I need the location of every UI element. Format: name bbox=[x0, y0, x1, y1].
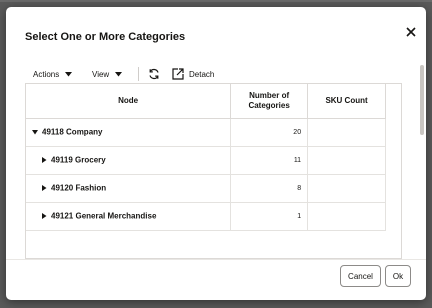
table-row[interactable]: 49119 Grocery 11 bbox=[26, 146, 386, 175]
node-label: 49120 Fashion bbox=[51, 183, 107, 193]
table-header-row: Node Number of Categories SKU Count bbox=[26, 84, 386, 119]
chevron-down-icon bbox=[65, 71, 73, 77]
sku-count-cell bbox=[307, 202, 386, 231]
select-categories-dialog: Select One or More Categories Actions Vi… bbox=[6, 7, 426, 300]
node-cell: 49119 Grocery bbox=[26, 146, 232, 175]
number-of-categories-cell: 20 bbox=[230, 118, 309, 147]
detach-button[interactable]: Detach bbox=[172, 63, 214, 85]
caret-right-icon[interactable] bbox=[42, 156, 47, 165]
actions-menu-button[interactable]: Actions bbox=[33, 63, 73, 85]
categories-tree-table: Node Number of Categories SKU Count 4911… bbox=[25, 83, 402, 259]
node-label: 49119 Grocery bbox=[51, 155, 106, 165]
chevron-down-icon bbox=[115, 71, 123, 77]
node-label: 49118 Company bbox=[42, 127, 103, 137]
column-header-node[interactable]: Node bbox=[26, 84, 232, 119]
backdrop bbox=[0, 0, 432, 2]
ok-button[interactable]: Ok bbox=[385, 265, 411, 287]
caret-down-icon[interactable] bbox=[32, 128, 38, 137]
number-of-categories-cell: 11 bbox=[230, 146, 309, 175]
caret-right-icon[interactable] bbox=[42, 212, 47, 221]
scrollbar-thumb[interactable] bbox=[420, 65, 424, 135]
sku-count-cell bbox=[307, 118, 386, 147]
close-icon[interactable] bbox=[402, 23, 420, 41]
caret-right-icon[interactable] bbox=[42, 184, 47, 193]
node-label: 49121 General Merchandise bbox=[51, 211, 157, 221]
detach-icon bbox=[172, 68, 184, 80]
node-cell: 49121 General Merchandise bbox=[26, 202, 232, 231]
toolbar-divider bbox=[138, 67, 139, 81]
refresh-icon[interactable] bbox=[146, 66, 162, 82]
node-cell: 49120 Fashion bbox=[26, 174, 232, 203]
sku-count-cell bbox=[307, 174, 386, 203]
number-of-categories-cell: 1 bbox=[230, 202, 309, 231]
column-header-sku-count[interactable]: SKU Count bbox=[307, 84, 386, 119]
actions-label: Actions bbox=[33, 69, 60, 79]
footer-divider bbox=[6, 259, 426, 260]
table-row[interactable]: 49118 Company 20 bbox=[26, 118, 386, 147]
view-menu-button[interactable]: View bbox=[92, 63, 123, 85]
table-row[interactable]: 49121 General Merchandise 1 bbox=[26, 202, 386, 231]
table-toolbar: Actions View Detach bbox=[25, 63, 405, 85]
view-label: View bbox=[92, 69, 110, 79]
table-row[interactable]: 49120 Fashion 8 bbox=[26, 174, 386, 203]
sku-count-cell bbox=[307, 146, 386, 175]
column-header-number-of-categories[interactable]: Number of Categories bbox=[230, 84, 309, 119]
detach-label: Detach bbox=[189, 69, 215, 79]
cancel-button[interactable]: Cancel bbox=[340, 265, 381, 287]
number-of-categories-cell: 8 bbox=[230, 174, 309, 203]
dialog-title: Select One or More Categories bbox=[25, 31, 186, 43]
node-cell: 49118 Company bbox=[26, 118, 232, 147]
column-header-number-of-categories-label: Number of Categories bbox=[248, 90, 290, 110]
